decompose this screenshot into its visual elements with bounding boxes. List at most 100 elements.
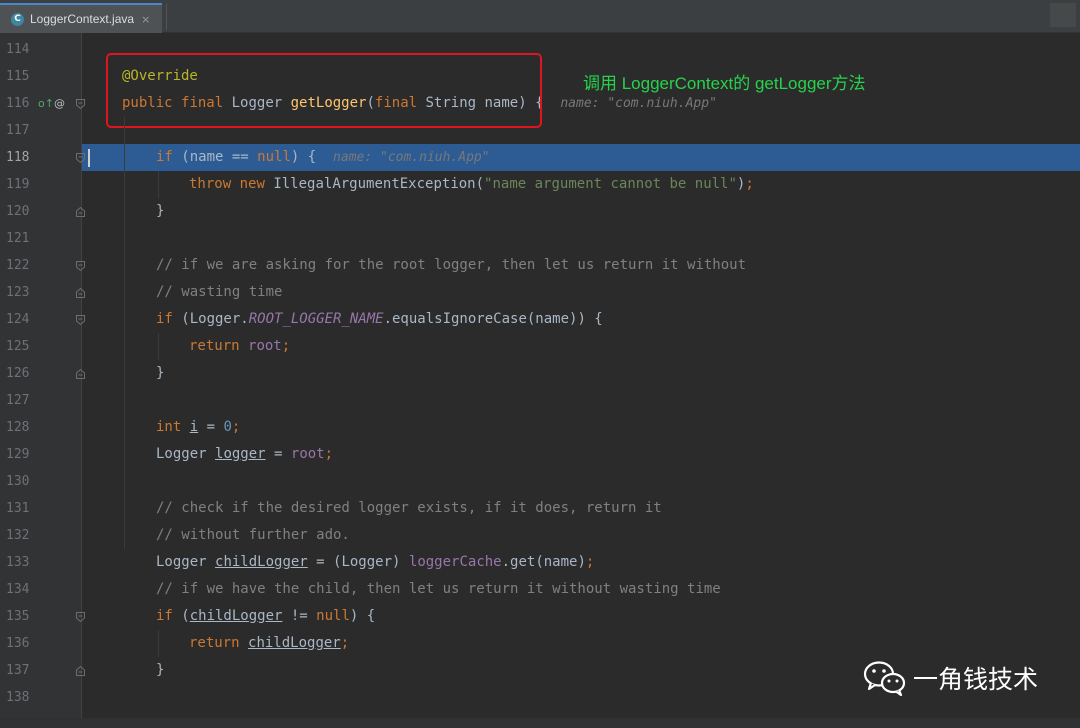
code-token: ROOT_LOGGER_NAME — [248, 311, 384, 327]
line-number[interactable]: 122 — [6, 252, 46, 279]
text-caret — [88, 149, 90, 167]
line-number[interactable]: 138 — [6, 684, 46, 711]
code-token: int — [156, 419, 182, 435]
code-token: != — [282, 608, 317, 624]
fold-open-icon[interactable] — [76, 99, 85, 109]
code-token: ; — [745, 176, 754, 192]
code-line[interactable]: // if we are asking for the root logger,… — [82, 252, 1080, 279]
tab-divider — [166, 4, 167, 30]
line-number[interactable]: 137 — [6, 657, 46, 684]
code-text: // without further ado. — [156, 522, 350, 549]
code-token: new — [239, 176, 265, 192]
line-number[interactable]: 116 — [6, 90, 46, 117]
code-line[interactable] — [82, 225, 1080, 252]
close-icon[interactable]: × — [141, 13, 150, 26]
code-token: logger — [215, 446, 266, 462]
wechat-icon — [863, 661, 906, 696]
code-token: ; — [324, 446, 334, 462]
parameter-hint: name: "com.niuh.App" — [333, 150, 490, 165]
code-token: return — [189, 338, 240, 354]
line-number[interactable]: 128 — [6, 414, 46, 441]
code-text: Logger logger = root; — [156, 441, 333, 468]
code-line[interactable]: // check if the desired logger exists, i… — [82, 495, 1080, 522]
code-line[interactable]: Logger childLogger = (Logger) loggerCach… — [82, 549, 1080, 576]
code-line[interactable]: } — [82, 360, 1080, 387]
code-text: if (childLogger != null) { — [156, 603, 375, 630]
line-number[interactable]: 117 — [6, 117, 46, 144]
editor-bottom-strip — [0, 718, 1080, 728]
code-text: return root; — [189, 333, 290, 360]
code-line[interactable]: // if we have the child, then let us ret… — [82, 576, 1080, 603]
line-number[interactable]: 129 — [6, 441, 46, 468]
fold-open-icon[interactable] — [76, 315, 85, 325]
line-number[interactable]: 124 — [6, 306, 46, 333]
line-number[interactable]: 136 — [6, 630, 46, 657]
code-token: i — [189, 419, 199, 435]
tab-overflow-area[interactable] — [1050, 3, 1076, 27]
fold-close-icon[interactable] — [76, 369, 85, 379]
line-number[interactable]: 127 — [6, 387, 46, 414]
fold-open-icon[interactable] — [76, 612, 85, 622]
code-token: ) { — [349, 608, 376, 624]
code-token: = — [198, 419, 224, 435]
code-token: (Logger. — [172, 311, 249, 327]
line-number[interactable]: 134 — [6, 576, 46, 603]
code-token: throw — [189, 176, 232, 192]
code-line[interactable] — [82, 387, 1080, 414]
code-token: if — [156, 311, 173, 327]
code-line[interactable]: // wasting time — [82, 279, 1080, 306]
line-number[interactable]: 126 — [6, 360, 46, 387]
tab-logger-context-java[interactable]: C LoggerContext.java × — [0, 3, 162, 33]
code-text: throw new IllegalArgumentException("name… — [189, 171, 754, 198]
code-token: // if we have the child, then let us ret… — [156, 581, 721, 597]
code-token: = — [265, 446, 291, 462]
code-text: int i = 0; — [156, 414, 240, 441]
editor-tab-bar: C LoggerContext.java × — [0, 0, 1080, 33]
code-line[interactable] — [82, 468, 1080, 495]
code-token: 0 — [223, 419, 232, 435]
code-line[interactable]: } — [82, 198, 1080, 225]
fold-open-icon[interactable] — [76, 261, 85, 271]
code-line[interactable]: Logger logger = root; — [82, 441, 1080, 468]
fold-close-icon[interactable] — [76, 666, 85, 676]
line-number[interactable]: 115 — [6, 63, 46, 90]
code-line[interactable]: if (Logger.ROOT_LOGGER_NAME.equalsIgnore… — [82, 306, 1080, 333]
line-number[interactable]: 123 — [6, 279, 46, 306]
annotation-marker-icon[interactable]: @ — [54, 97, 65, 110]
line-number[interactable]: 133 — [6, 549, 46, 576]
code-token: (name == — [172, 149, 258, 165]
code-token: Logger — [156, 446, 216, 462]
code-token: root — [290, 446, 325, 462]
fold-close-icon[interactable] — [76, 207, 85, 217]
line-number[interactable]: 118 — [6, 144, 46, 171]
line-number[interactable]: 132 — [6, 522, 46, 549]
fold-close-icon[interactable] — [76, 288, 85, 298]
code-token: null — [257, 149, 291, 165]
line-number[interactable]: 135 — [6, 603, 46, 630]
code-token: ; — [585, 554, 595, 570]
line-number[interactable]: 130 — [6, 468, 46, 495]
code-token: // check if the desired logger exists, i… — [156, 500, 662, 516]
line-number[interactable]: 125 — [6, 333, 46, 360]
line-number[interactable]: 120 — [6, 198, 46, 225]
code-line[interactable]: int i = 0; — [82, 414, 1080, 441]
code-text: return childLogger; — [189, 630, 349, 657]
code-line[interactable]: return childLogger; — [82, 630, 1080, 657]
line-number[interactable]: 114 — [6, 36, 46, 63]
code-text: if (Logger.ROOT_LOGGER_NAME.equalsIgnore… — [156, 306, 603, 333]
line-number[interactable]: 131 — [6, 495, 46, 522]
code-token: // if we are asking for the root logger,… — [156, 257, 747, 273]
code-line[interactable]: // without further ado. — [82, 522, 1080, 549]
fold-open-icon[interactable] — [76, 153, 85, 163]
code-line[interactable]: return root; — [82, 333, 1080, 360]
code-line[interactable]: if (name == null) { name: "com.niuh.App" — [82, 144, 1080, 171]
code-line[interactable]: if (childLogger != null) { — [82, 603, 1080, 630]
code-text: // if we are asking for the root logger,… — [156, 252, 746, 279]
watermark-text: 一角钱技术 — [913, 665, 1039, 694]
line-number[interactable]: 121 — [6, 225, 46, 252]
code-token: = (Logger) — [307, 554, 409, 570]
code-line[interactable]: throw new IllegalArgumentException("name… — [82, 171, 1080, 198]
line-number[interactable]: 119 — [6, 171, 46, 198]
